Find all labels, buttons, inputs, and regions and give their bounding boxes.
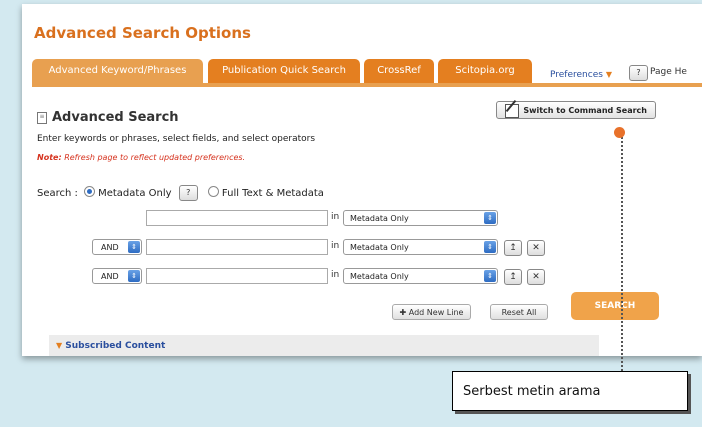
add-new-line-button[interactable]: ✚ Add New Line — [392, 304, 471, 320]
instructions-text: Enter keywords or phrases, select fields… — [37, 134, 316, 144]
add-icon: ✚ — [399, 308, 407, 317]
radio-fulltext-metadata[interactable] — [207, 186, 219, 197]
search-term-input-3[interactable] — [146, 268, 328, 284]
callout-box: Serbest metin arama — [452, 371, 688, 411]
preferences-note: Note: Refresh page to reflect updated pr… — [37, 153, 245, 162]
tab-crossref[interactable]: CrossRef — [364, 59, 434, 83]
up-arrow-icon: ↥ — [509, 243, 517, 253]
operator-value-2: AND — [101, 243, 119, 252]
page-help-link[interactable]: Page He — [650, 67, 687, 77]
document-icon: ≡ — [37, 112, 47, 124]
field-select-value-3: Metadata Only — [350, 272, 409, 281]
tab-publication-quick-search[interactable]: Publication Quick Search — [208, 59, 360, 83]
preferences-label: Preferences — [550, 70, 603, 80]
pencil-icon — [505, 104, 519, 118]
chevron-down-icon: ▼ — [605, 70, 612, 79]
tab-advanced-keyword[interactable]: Advanced Keyword/Phrases — [32, 59, 203, 83]
search-term-input-2[interactable] — [146, 239, 328, 255]
in-label-2: in — [331, 241, 340, 251]
select-arrow-icon: ⇕ — [128, 241, 140, 253]
move-up-button-2[interactable]: ↥ — [504, 240, 522, 256]
callout-marker-dot — [614, 127, 625, 138]
add-new-line-label: Add New Line — [408, 308, 464, 317]
field-select-2[interactable]: Metadata Only ⇕ — [343, 239, 498, 255]
close-icon: ✕ — [532, 272, 540, 282]
search-scope-row: Search : Metadata Only ? Full Text & Met… — [37, 185, 324, 202]
radio-metadata-only-label: Metadata Only — [98, 188, 172, 199]
switch-to-command-search-button[interactable]: Switch to Command Search — [496, 101, 656, 119]
radio-metadata-only[interactable] — [84, 186, 96, 197]
preferences-menu[interactable]: Preferences ▼ — [550, 70, 612, 80]
field-select-3[interactable]: Metadata Only ⇕ — [343, 268, 498, 284]
note-text: Refresh page to reflect updated preferen… — [64, 153, 246, 162]
field-select-value-2: Metadata Only — [350, 243, 409, 252]
up-arrow-icon: ↥ — [509, 272, 517, 282]
tab-scitopia[interactable]: Scitopia.org — [438, 59, 532, 83]
search-button[interactable]: SEARCH — [571, 292, 659, 320]
note-label: Note: — [37, 153, 62, 162]
close-icon: ✕ — [532, 243, 540, 253]
in-label-3: in — [331, 270, 340, 280]
switch-button-label: Switch to Command Search — [523, 106, 647, 115]
select-arrow-icon: ⇕ — [128, 270, 140, 282]
reset-all-button[interactable]: Reset All — [490, 304, 548, 320]
select-arrow-icon: ⇕ — [484, 270, 496, 282]
callout-leader-line — [621, 134, 623, 371]
screenshot-frame: Advanced Search Options Advanced Keyword… — [0, 0, 702, 427]
triangle-down-icon: ▼ — [56, 341, 63, 350]
in-label-1: in — [331, 212, 340, 222]
move-up-button-3[interactable]: ↥ — [504, 269, 522, 285]
select-arrow-icon: ⇕ — [484, 241, 496, 253]
subscribed-content-header[interactable]: ▼ Subscribed Content — [56, 341, 165, 351]
section-title: Advanced Search — [52, 110, 179, 125]
select-arrow-icon: ⇕ — [484, 212, 496, 224]
search-scope-label: Search : — [37, 188, 78, 199]
operator-value-3: AND — [101, 272, 119, 281]
radio-fulltext-label: Full Text & Metadata — [221, 188, 324, 199]
operator-select-3[interactable]: AND ⇕ — [92, 268, 142, 284]
search-term-input-1[interactable] — [146, 210, 328, 226]
operator-select-2[interactable]: AND ⇕ — [92, 239, 142, 255]
scope-help-button[interactable]: ? — [178, 185, 198, 201]
field-select-value-1: Metadata Only — [350, 214, 409, 223]
remove-row-button-2[interactable]: ✕ — [527, 240, 545, 256]
remove-row-button-3[interactable]: ✕ — [527, 269, 545, 285]
subscribed-content-label: Subscribed Content — [65, 341, 166, 351]
help-button[interactable]: ? — [629, 65, 648, 81]
field-select-1[interactable]: Metadata Only ⇕ — [343, 210, 498, 226]
page-title: Advanced Search Options — [34, 24, 251, 42]
